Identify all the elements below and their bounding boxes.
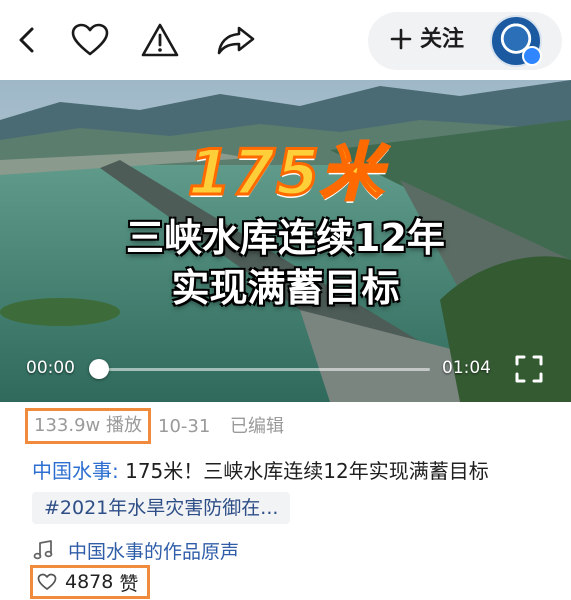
post-title: 中国水事: 175米！三峡水库连续12年实现满蓄目标 [32,457,489,485]
total-time: 01:04 [442,358,491,378]
follow-label: 关注 [420,27,465,52]
back-button[interactable] [6,18,50,62]
current-time: 00:00 [26,358,75,378]
like-button[interactable]: 4878 赞 [30,565,150,599]
favorite-button[interactable] [68,18,112,62]
original-sound-link[interactable]: 中国水事的作品原声 [32,536,239,564]
progress-track[interactable] [98,368,430,371]
video-overlay-line-1: 三峡水库连续12年 [126,216,445,260]
video-overlay-line-2: 实现满蓄目标 [171,266,400,310]
share-arrow-icon [217,26,255,55]
author-name[interactable]: 中国水事: [32,459,119,483]
share-button[interactable] [214,18,258,62]
music-note-icon [33,540,53,560]
heart-outline-icon [37,573,57,590]
sound-label: 中国水事的作品原声 [68,540,240,563]
view-stats: 133.9w 播放 [25,408,151,444]
post-date: 10-31 [158,416,211,437]
hashtag[interactable]: #2021年水旱灾害防御在... [32,492,291,524]
progress-knob[interactable] [89,359,109,379]
report-button[interactable] [138,18,182,62]
plus-icon [390,28,412,50]
warning-report-icon [141,23,179,57]
views-highlight: 133.9w 播放 [25,408,151,444]
post-title-text: 175米！三峡水库连续12年实现满蓄目标 [118,459,489,483]
back-arrow-icon [19,27,34,53]
fullscreen-icon[interactable] [515,355,543,383]
verified-badge-icon [522,46,542,66]
top-bar: 关注 [0,0,571,80]
edited-label: 已编辑 [230,416,284,437]
view-count: 133.9w 播放 [34,415,142,436]
like-count: 4878 [65,571,114,593]
video-player[interactable]: 175米 三峡水库连续12年 实现满蓄目标 00:00 01:04 [0,80,571,402]
video-overlay-number: 175米 [186,136,384,209]
like-unit: 赞 [119,572,139,595]
heart-icon [71,23,109,56]
